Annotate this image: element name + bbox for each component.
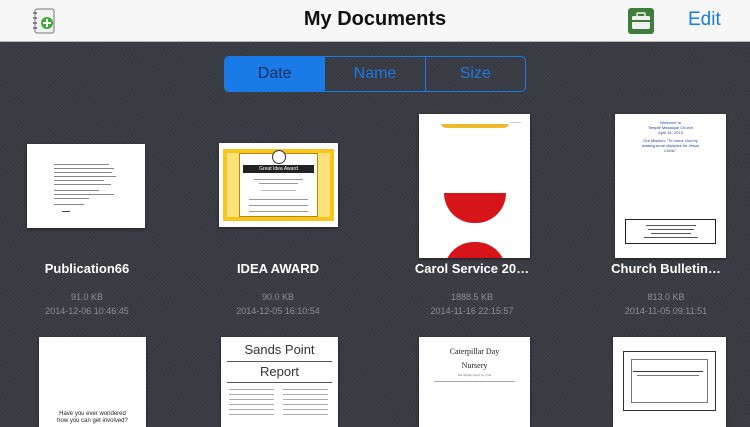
documents-grid: Date Name Size Publication66 91.0 KB 201… — [0, 42, 750, 427]
bulletin-text: Christ." — [664, 148, 677, 153]
thumbnail-text: Have you ever wondered — [59, 411, 126, 417]
document-thumbnail[interactable]: Welcome to Temple Mosaique Church April … — [615, 114, 726, 258]
document-size: 91.0 KB — [70, 292, 104, 302]
thumbnail-text: Our Nursery April 15, 2 pm — [457, 373, 492, 377]
navigation-bar: My Documents Edit — [0, 0, 750, 42]
sort-segmented-control: Date Name Size — [224, 56, 526, 92]
document-size: 813.0 KB — [647, 292, 685, 302]
document-name: Carol Service 20… — [414, 261, 530, 276]
thumbnail-title: Report — [259, 364, 300, 379]
document-name: Publication66 — [44, 261, 130, 276]
thumbnail-text: how you can get involved? — [57, 418, 128, 424]
document-thumbnail[interactable]: Sands Point Report — [221, 337, 338, 427]
thumbnail-title: Sands Point — [244, 342, 315, 357]
sort-name-segment[interactable]: Name — [324, 57, 424, 91]
document-thumbnail[interactable]: Great Idea Award — [219, 143, 338, 227]
edit-button[interactable]: Edit — [688, 9, 721, 31]
bulletin-text: April 31, 2013 — [658, 130, 683, 135]
sort-size-segment[interactable]: Size — [424, 57, 525, 91]
sort-date-segment[interactable]: Date — [225, 57, 325, 91]
award-banner-text: Great Idea Award — [259, 166, 298, 172]
document-thumbnail[interactable] — [419, 114, 530, 258]
document-size: 90.0 KB — [261, 292, 295, 302]
document-date: 2014-12-05 16:10:54 — [236, 306, 320, 316]
thumbnail-title: Caterpillar Day — [449, 347, 500, 356]
document-thumbnail[interactable]: Caterpillar Day Nursery Our Nursery Apri… — [419, 337, 530, 427]
document-thumbnail[interactable]: Have you ever wondered how you can get i… — [39, 337, 146, 427]
document-thumbnail[interactable] — [27, 144, 145, 228]
document-date: 2014-11-16 22:15:57 — [430, 306, 514, 316]
thumbnail-title: Nursery — [461, 361, 488, 370]
document-name: Church Bulletin… — [611, 261, 721, 276]
document-size: 1888.5 KB — [450, 292, 494, 302]
document-thumbnail[interactable] — [613, 337, 726, 427]
document-date: 2014-11-05 09:11:51 — [624, 306, 708, 316]
briefcase-icon[interactable] — [628, 8, 654, 34]
document-date: 2014-12-06 10:46:45 — [45, 306, 129, 316]
document-name: IDEA AWARD — [236, 261, 320, 276]
